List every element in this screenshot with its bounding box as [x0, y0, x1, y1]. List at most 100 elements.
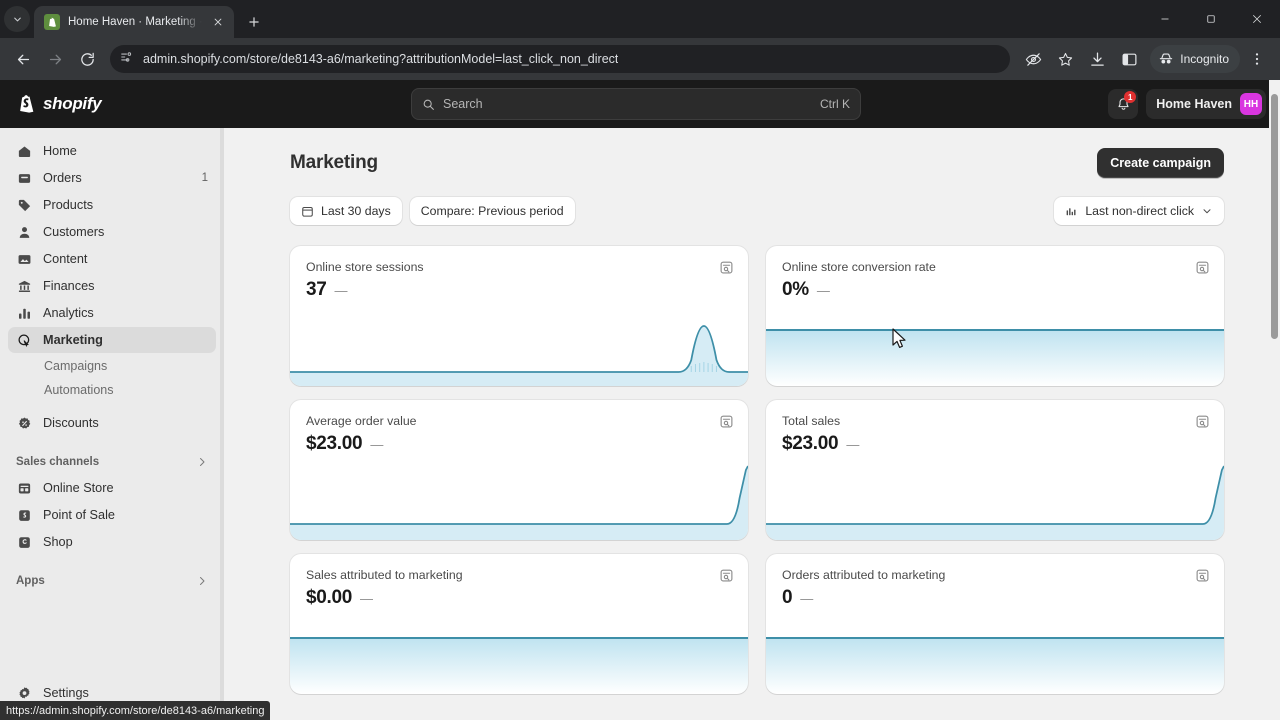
sidebar-item-analytics[interactable]: Analytics	[8, 300, 216, 326]
sidebar-subitem-label: Campaigns	[44, 359, 108, 373]
sidebar-item-home[interactable]: Home	[8, 138, 216, 164]
card-label: Orders attributed to marketing	[782, 568, 946, 582]
side-panel-icon[interactable]	[1114, 44, 1144, 74]
back-button[interactable]	[8, 44, 38, 74]
chevron-down-icon	[1203, 209, 1211, 214]
tab-search-area	[0, 0, 34, 38]
section-label: Apps	[16, 575, 45, 587]
plus-icon	[249, 17, 259, 27]
metric-cards-grid: Online store sessions 37 — Online store …	[290, 246, 1224, 694]
marketing-target-icon	[16, 332, 33, 349]
discount-icon	[16, 415, 33, 432]
sparkline-online-store-sessions	[290, 286, 748, 386]
close-icon[interactable]	[210, 14, 226, 30]
forward-button[interactable]	[40, 44, 70, 74]
sidebar-item-online-store[interactable]: Online Store	[8, 475, 216, 501]
shopify-logo[interactable]: shopify	[12, 93, 227, 115]
date-range-filter[interactable]: Last 30 days	[290, 197, 402, 225]
view-report-icon[interactable]	[1194, 413, 1211, 430]
site-settings-icon[interactable]	[120, 50, 134, 69]
minimize-button[interactable]	[1142, 0, 1188, 38]
notifications-button[interactable]: 1	[1108, 89, 1139, 119]
create-campaign-button[interactable]: Create campaign	[1097, 148, 1224, 178]
search-placeholder: Search	[443, 97, 483, 111]
sidebar-item-point-of-sale[interactable]: Point of Sale	[8, 502, 216, 528]
downloads-icon[interactable]	[1082, 44, 1112, 74]
view-report-icon[interactable]	[1194, 567, 1211, 584]
sidebar-item-shop[interactable]: Shop	[8, 529, 216, 555]
sparkline-orders-attributed-to-marketing	[766, 594, 1224, 694]
finances-bank-icon	[16, 278, 33, 295]
view-report-icon[interactable]	[718, 567, 735, 584]
metric-card-average-order-value[interactable]: Average order value $23.00 —	[290, 400, 748, 540]
compare-filter[interactable]: Compare: Previous period	[409, 197, 575, 225]
view-report-icon[interactable]	[1194, 259, 1211, 276]
metric-card-total-sales[interactable]: Total sales $23.00 —	[766, 400, 1224, 540]
sidebar-item-label: Point of Sale	[43, 508, 115, 522]
page-scrollbar[interactable]	[1269, 80, 1280, 720]
incognito-indicator[interactable]: Incognito	[1150, 45, 1240, 73]
metric-card-online-store-sessions[interactable]: Online store sessions 37 —	[290, 246, 748, 386]
maximize-button[interactable]	[1188, 0, 1234, 38]
tracking-protection-icon[interactable]	[1018, 44, 1048, 74]
sidebar-item-customers[interactable]: Customers	[8, 219, 216, 245]
browser-menu-icon[interactable]	[1242, 44, 1272, 74]
metric-card-online-store-conversion-rate[interactable]: Online store conversion rate 0% —	[766, 246, 1224, 386]
analytics-bars-icon	[16, 305, 33, 322]
view-report-icon[interactable]	[718, 259, 735, 276]
sidebar-item-label: Content	[43, 252, 88, 266]
online-store-icon	[16, 480, 33, 497]
page-scrollbar-thumb[interactable]	[1271, 94, 1278, 339]
page-header: Marketing Create campaign	[290, 146, 1224, 180]
bookmark-star-icon[interactable]	[1050, 44, 1080, 74]
tab-title: Home Haven · Marketing · Shopify	[68, 16, 202, 28]
shopify-bag-icon	[20, 95, 34, 113]
search-icon	[423, 99, 434, 110]
notification-badge: 1	[1124, 91, 1137, 103]
sidebar-item-products[interactable]: Products	[8, 192, 216, 218]
metric-card-sales-attributed-to-marketing[interactable]: Sales attributed to marketing $0.00 —	[290, 554, 748, 694]
card-label: Total sales	[782, 414, 841, 428]
sidebar-item-label: Finances	[43, 279, 95, 293]
tab-search-button[interactable]	[4, 6, 30, 32]
card-label: Online store conversion rate	[782, 260, 936, 274]
browser-tab[interactable]: Home Haven · Marketing · Shopify	[34, 6, 234, 38]
orders-icon	[16, 170, 33, 187]
chevron-right-icon	[200, 577, 205, 585]
address-bar[interactable]: admin.shopify.com/store/de8143-a6/market…	[110, 45, 1011, 73]
sidebar-item-label: Products	[43, 198, 94, 212]
search-shortcut: Ctrl K	[820, 97, 850, 111]
date-range-label: Last 30 days	[321, 204, 391, 218]
reload-button[interactable]	[72, 44, 102, 74]
card-label: Sales attributed to marketing	[306, 568, 463, 582]
store-menu-button[interactable]: Home Haven HH	[1146, 89, 1266, 119]
sidebar: Home Orders 1 Products Customers Content…	[0, 128, 224, 720]
main-content: Marketing Create campaign Last 30 days C…	[224, 128, 1280, 720]
section-label: Sales channels	[16, 456, 100, 468]
metric-card-orders-attributed-to-marketing[interactable]: Orders attributed to marketing 0 —	[766, 554, 1224, 694]
sidebar-item-label: Customers	[43, 225, 105, 239]
avatar: HH	[1240, 93, 1262, 115]
topbar-right: 1 Home Haven HH	[1108, 89, 1266, 119]
orders-count-badge: 1	[201, 172, 208, 184]
sidebar-item-orders[interactable]: Orders 1	[8, 165, 216, 191]
sidebar-item-marketing[interactable]: Marketing	[8, 327, 216, 353]
search-input[interactable]: Search Ctrl K	[411, 88, 861, 120]
sidebar-section-apps[interactable]: Apps	[8, 568, 216, 594]
sidebar-item-discounts[interactable]: Discounts	[8, 410, 216, 436]
sidebar-subitem-automations[interactable]: Automations	[8, 378, 216, 402]
sidebar-item-content[interactable]: Content	[8, 246, 216, 272]
browser-titlebar: Home Haven · Marketing · Shopify	[0, 0, 1280, 38]
sparkline-online-store-conversion-rate	[766, 286, 1224, 386]
sidebar-item-finances[interactable]: Finances	[8, 273, 216, 299]
sidebar-subitem-campaigns[interactable]: Campaigns	[8, 354, 216, 378]
window-controls	[1142, 0, 1280, 38]
filters-bar: Last 30 days Compare: Previous period La…	[290, 197, 1224, 225]
attribution-model-selector[interactable]: Last non-direct click	[1054, 197, 1224, 225]
view-report-icon[interactable]	[718, 413, 735, 430]
sidebar-section-sales-channels[interactable]: Sales channels	[8, 449, 216, 475]
close-window-button[interactable]	[1234, 0, 1280, 38]
new-tab-button[interactable]	[240, 8, 268, 36]
toolbar-right-actions: Incognito	[1018, 44, 1272, 74]
page-viewport: shopify Search Ctrl K 1 Home Haven HH Ho…	[0, 80, 1280, 720]
